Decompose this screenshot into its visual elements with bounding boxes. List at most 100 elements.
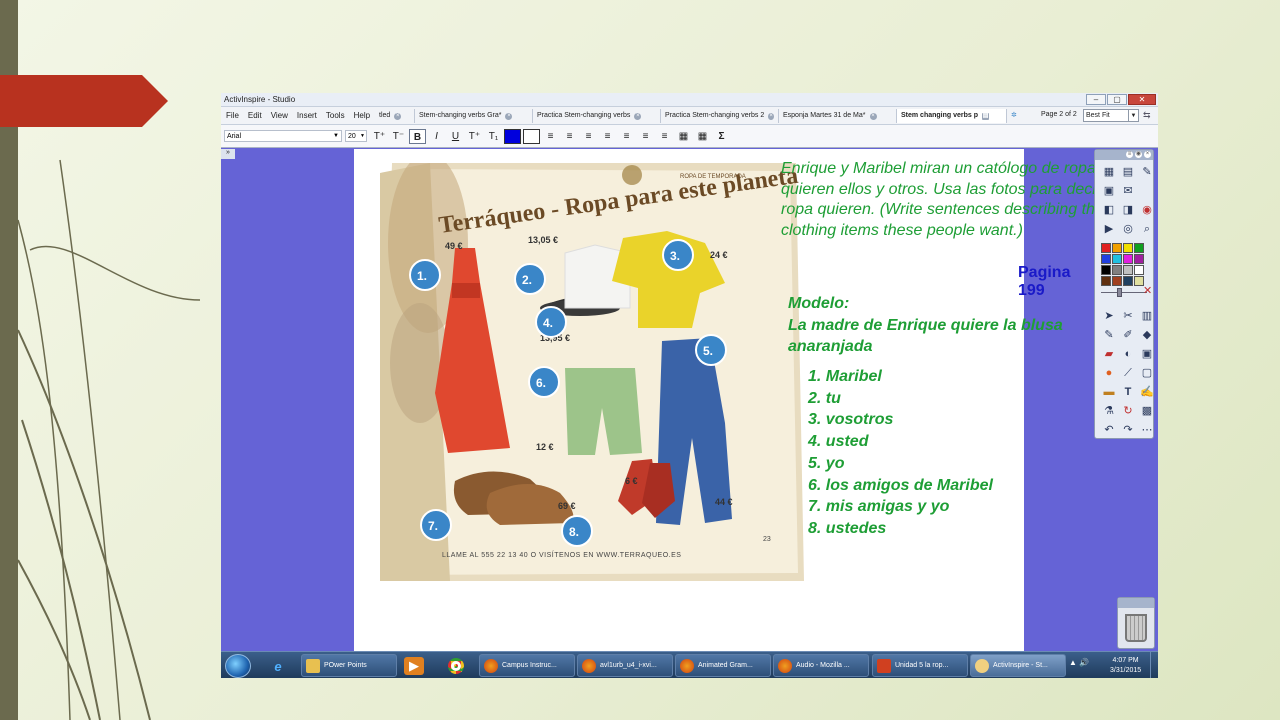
align-right-button[interactable]: ≡	[580, 129, 597, 144]
color-swatch[interactable]	[1101, 254, 1111, 264]
insert-media-icon[interactable]: ▢	[1139, 365, 1155, 381]
color-swatch[interactable]	[1112, 254, 1122, 264]
menu-view[interactable]: View	[271, 111, 288, 120]
color-swatch[interactable]	[1134, 265, 1144, 275]
property-browser-icon[interactable]: ✎	[1139, 164, 1155, 180]
flipchart-tab[interactable]: Practica Stem-changing verbs ×	[533, 109, 661, 123]
toolbox-header[interactable]: ≡ ◉ ×	[1095, 150, 1153, 160]
object-browser-icon[interactable]: ▣	[1101, 183, 1117, 199]
fill-icon[interactable]: ◐	[1120, 346, 1136, 362]
page-browser-icon[interactable]: ▦	[1101, 164, 1117, 180]
align-left-button[interactable]: ≡	[542, 129, 559, 144]
reset-icon[interactable]: ↻	[1120, 403, 1136, 419]
color-swatch[interactable]	[1101, 243, 1111, 253]
clear-icon[interactable]: ⚗	[1101, 403, 1117, 419]
indent-button[interactable]: ≡	[618, 129, 635, 144]
taskbar-item[interactable]: Unidad 5 la rop...	[872, 654, 968, 677]
color-swatch[interactable]	[1112, 276, 1122, 286]
highlighter-icon[interactable]: ✐	[1120, 327, 1136, 343]
font-size-select[interactable]: 20 ▼	[345, 130, 367, 142]
background-color-swatch[interactable]	[523, 129, 540, 144]
eraser-icon[interactable]: ▰	[1101, 346, 1117, 362]
color-swatch[interactable]	[1123, 254, 1133, 264]
underline-button[interactable]: U	[447, 129, 464, 144]
outdent-button[interactable]: ≡	[637, 129, 654, 144]
menu-edit[interactable]: Edit	[248, 111, 262, 120]
redo-icon[interactable]: ↷	[1120, 422, 1136, 438]
play-icon[interactable]: ▶	[1101, 221, 1117, 237]
taskbar-item[interactable]: Audio - Mozilla ...	[773, 654, 869, 677]
undo-icon[interactable]: ↶	[1101, 422, 1117, 438]
flipchart-tab[interactable]: Esponja Martes 31 de Ma* ×	[779, 109, 897, 123]
clock[interactable]: 4:07 PM 3/31/2015	[1110, 656, 1141, 676]
page-browser-icon[interactable]: ✲	[1007, 109, 1025, 123]
toolbox-close-icon[interactable]: ×	[1144, 151, 1151, 158]
align-center-button[interactable]: ≡	[561, 129, 578, 144]
taskbar-item[interactable]: Campus Instruc...	[479, 654, 575, 677]
resource-browser-icon[interactable]: ▤	[1120, 164, 1136, 180]
insert-table-button[interactable]: ▦	[675, 129, 692, 144]
zoom-select[interactable]: Best Fit ▼	[1083, 109, 1139, 122]
color-swatch[interactable]	[1112, 265, 1122, 275]
menu-tools[interactable]: Tools	[326, 111, 345, 120]
text-tool-icon[interactable]: T	[1120, 384, 1136, 400]
italic-button[interactable]: I	[428, 129, 445, 144]
taskbar-item[interactable]: avl1urb_u4_i-xvi...	[577, 654, 673, 677]
text-color-swatch[interactable]	[504, 129, 521, 144]
taskbar-item-active[interactable]: ActivInspire - St...	[970, 654, 1066, 677]
color-swatch[interactable]	[1134, 254, 1144, 264]
bullets-button[interactable]: ≡	[656, 129, 673, 144]
browser-icon[interactable]: ◎	[1120, 221, 1136, 237]
show-desktop-button[interactable]	[1150, 652, 1158, 678]
bold-button[interactable]: B	[409, 129, 426, 144]
special-chars-button[interactable]: ▦	[694, 129, 711, 144]
flipchart-tab[interactable]: Stem-changing verbs Gra* ×	[415, 109, 533, 123]
chrome-icon[interactable]	[443, 655, 469, 677]
delete-icon[interactable]: ✕	[1143, 284, 1152, 297]
stop-icon[interactable]: ◉	[1139, 202, 1155, 218]
color-swatch[interactable]	[1123, 243, 1133, 253]
close-tab-icon[interactable]: ×	[768, 112, 774, 120]
marker-icon[interactable]: ✍	[1139, 384, 1155, 400]
maximize-button[interactable]: ▢	[1107, 94, 1127, 105]
menu-file[interactable]: File	[226, 111, 239, 120]
menu-insert[interactable]: Insert	[297, 111, 317, 120]
trash-can[interactable]	[1117, 597, 1155, 649]
select-icon[interactable]: ➤	[1101, 308, 1117, 324]
font-select[interactable]: Arial ▼	[224, 130, 342, 142]
equation-button[interactable]: Σ	[713, 129, 730, 144]
close-tab-icon[interactable]: ×	[505, 112, 513, 120]
decrease-font-button[interactable]: T⁻	[390, 129, 407, 144]
shapes-icon[interactable]: ◆	[1139, 327, 1155, 343]
color-swatch[interactable]	[1101, 265, 1111, 275]
more-icon[interactable]: ⋯	[1139, 422, 1155, 438]
flipchart-tab-active[interactable]: Stem changing verbs p ▤	[897, 109, 1007, 123]
taskbar-item[interactable]: Animated Gram...	[675, 654, 771, 677]
flipchart-tab[interactable]: tled ×	[375, 109, 415, 123]
start-button[interactable]	[225, 654, 251, 678]
flipchart-tab[interactable]: Practica Stem-changing verbs 2 ×	[661, 109, 779, 123]
internet-explorer-icon[interactable]: e	[265, 655, 291, 677]
taskbar-item[interactable]: POwer Points	[301, 654, 397, 677]
color-swatch[interactable]	[1123, 276, 1133, 286]
pin-icon[interactable]: ⇆	[1143, 110, 1151, 121]
superscript-button[interactable]: T⁺	[466, 129, 483, 144]
blank-tool-icon[interactable]	[1139, 183, 1155, 199]
toolbox-menu-icon[interactable]: ≡	[1126, 151, 1133, 158]
magnify-icon[interactable]: ⌕	[1139, 221, 1155, 237]
folder-icon[interactable]: ▬	[1101, 384, 1117, 400]
minimize-button[interactable]: –	[1086, 94, 1106, 105]
color-swatch[interactable]	[1101, 276, 1111, 286]
color-swatch[interactable]	[1123, 265, 1133, 275]
browser-expand-icon[interactable]: »	[221, 149, 235, 159]
justify-button[interactable]: ≡	[599, 129, 616, 144]
close-button[interactable]: ✕	[1128, 94, 1156, 105]
system-tray[interactable]: ▲ 🔊	[1069, 658, 1089, 667]
subscript-button[interactable]: T₁	[485, 129, 502, 144]
pen-width-slider[interactable]: ✕	[1101, 285, 1152, 300]
notes-browser-icon[interactable]: ✉	[1120, 183, 1136, 199]
media-player-icon[interactable]: ▶	[404, 657, 424, 675]
increase-font-button[interactable]: T⁺	[371, 129, 388, 144]
reveal-icon[interactable]: ▥	[1139, 308, 1155, 324]
close-tab-icon[interactable]: ×	[869, 112, 877, 120]
